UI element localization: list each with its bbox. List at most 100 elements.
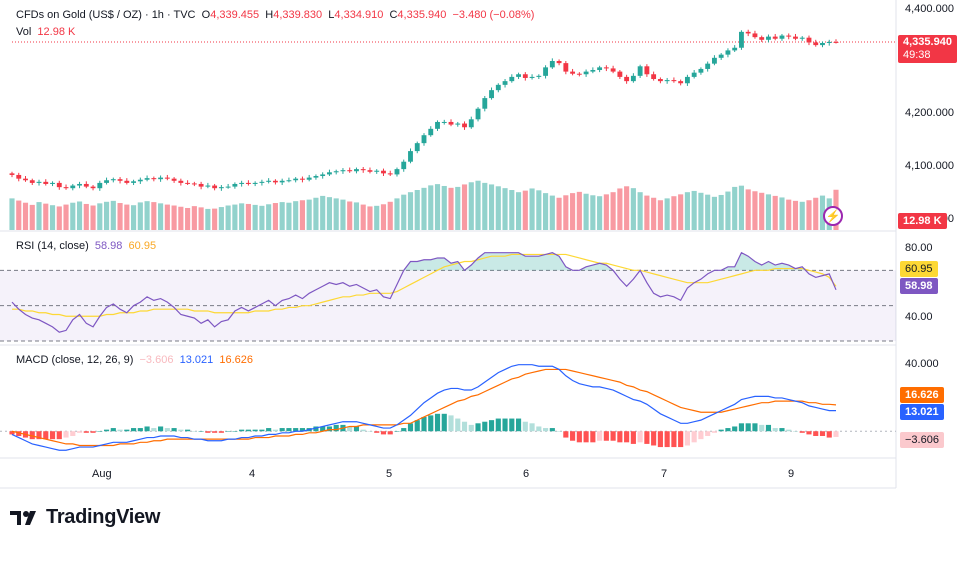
- macd-histogram-bar: [90, 431, 96, 433]
- macd-histogram-bar: [684, 431, 690, 446]
- time-tick-6: 6: [523, 468, 530, 480]
- open-label: O: [201, 9, 211, 21]
- candle-body: [164, 177, 170, 179]
- volume-bar: [110, 200, 116, 230]
- candle-body: [279, 180, 285, 183]
- volume-bar: [556, 197, 562, 230]
- candle-body: [23, 178, 28, 181]
- volume-bar: [786, 199, 792, 230]
- volume-bar: [779, 197, 785, 230]
- time-tick-5: 5: [386, 468, 393, 480]
- macd-histogram-bar: [137, 428, 143, 432]
- candle-body: [522, 74, 528, 78]
- candle-body: [826, 41, 832, 43]
- volume-bar: [394, 198, 400, 230]
- macd-histogram-bar: [83, 431, 89, 433]
- macd-histogram-bar: [813, 431, 819, 436]
- volume-bar: [529, 188, 535, 230]
- candle-body: [509, 76, 515, 82]
- macd-histogram-bar: [651, 431, 657, 446]
- candle-body: [401, 161, 407, 170]
- macd-tick-40: 40.000: [905, 358, 939, 370]
- macd-histogram-bar: [678, 431, 684, 448]
- volume-bar: [657, 200, 663, 230]
- macd-histogram-bar: [144, 426, 150, 432]
- volume-bar: [522, 190, 528, 230]
- volume-bar: [205, 208, 211, 230]
- volume-bar: [387, 201, 393, 230]
- volume-bar: [347, 201, 353, 230]
- volume-bar: [752, 191, 758, 230]
- candle-body: [678, 81, 684, 84]
- volume-bar: [380, 204, 387, 230]
- macd-signal-line: [11, 368, 837, 447]
- volume-bar: [272, 203, 278, 230]
- macd-histogram-bar: [637, 431, 643, 443]
- volume-bar: [576, 191, 582, 230]
- macd-histogram-bar: [583, 431, 589, 443]
- macd-histogram-bar: [185, 429, 191, 432]
- candle-body: [272, 180, 278, 183]
- volume-bar: [137, 202, 143, 230]
- macd-histogram-bar: [630, 431, 636, 444]
- macd-histogram-bar: [191, 431, 197, 432]
- macd-histogram-bar: [556, 431, 562, 432]
- macd-histogram-bar: [617, 431, 623, 443]
- volume-bar: [603, 194, 609, 230]
- candle-body: [529, 76, 535, 78]
- volume-bar: [664, 198, 670, 230]
- rsi-tick-40: 40.00: [905, 311, 933, 323]
- volume-bar: [9, 198, 15, 230]
- candle-body: [225, 186, 231, 188]
- candle-body: [637, 66, 643, 76]
- macd-histogram-bar: [515, 418, 522, 432]
- candle-body: [333, 171, 339, 173]
- volume-bar: [441, 185, 447, 230]
- macd-signal-value: 16.626: [219, 354, 254, 366]
- candle-body: [327, 172, 332, 175]
- candle-body: [759, 37, 765, 40]
- macd-histogram-bar: [570, 431, 576, 441]
- candle-body: [435, 121, 440, 129]
- candle-body: [36, 181, 42, 183]
- price-tick-4200: 4,200.000: [905, 107, 954, 119]
- candle-body: [347, 170, 353, 172]
- candle-body: [340, 170, 346, 172]
- volume-bar: [597, 196, 603, 230]
- volume-bar: [191, 206, 197, 230]
- volume-bar: [799, 201, 805, 230]
- macd-histogram-bar: [63, 431, 69, 438]
- macd-histogram-bar: [97, 431, 103, 432]
- tradingview-logo[interactable]: TradingView: [10, 506, 160, 529]
- candle-body: [495, 84, 501, 91]
- volume-bar: [414, 190, 420, 230]
- candle-body: [820, 42, 825, 46]
- volume-bar: [306, 199, 312, 230]
- volume-bar: [738, 185, 745, 230]
- macd-histogram-bar: [732, 426, 738, 432]
- macd-value: 13.021: [179, 354, 214, 366]
- volume-bar: [455, 186, 461, 230]
- candle-body: [131, 181, 137, 183]
- macd-histogram-bar: [475, 423, 481, 432]
- macd-histogram-bar: [779, 428, 785, 432]
- macd-histogram-bar: [529, 423, 535, 432]
- candle-body: [468, 119, 474, 128]
- chart-canvas[interactable]: [0, 0, 980, 574]
- macd-histogram-bar: [380, 431, 387, 435]
- candle-body: [110, 179, 116, 181]
- macd-histogram-bar: [576, 431, 582, 443]
- volume-bar: [286, 202, 292, 230]
- volume-bar: [22, 202, 29, 230]
- volume-bar: [407, 192, 414, 230]
- candle-body: [70, 185, 76, 189]
- volume-bar: [515, 192, 522, 230]
- macd-histogram-bar: [691, 431, 697, 443]
- macd-histogram-bar: [792, 431, 799, 432]
- volume-bar: [97, 203, 103, 230]
- volume-bar: [583, 193, 589, 230]
- macd-histogram-bar: [826, 431, 832, 438]
- volume-bar: [29, 204, 35, 230]
- lightning-icon[interactable]: ⚡: [823, 206, 843, 226]
- candle-body: [462, 123, 467, 128]
